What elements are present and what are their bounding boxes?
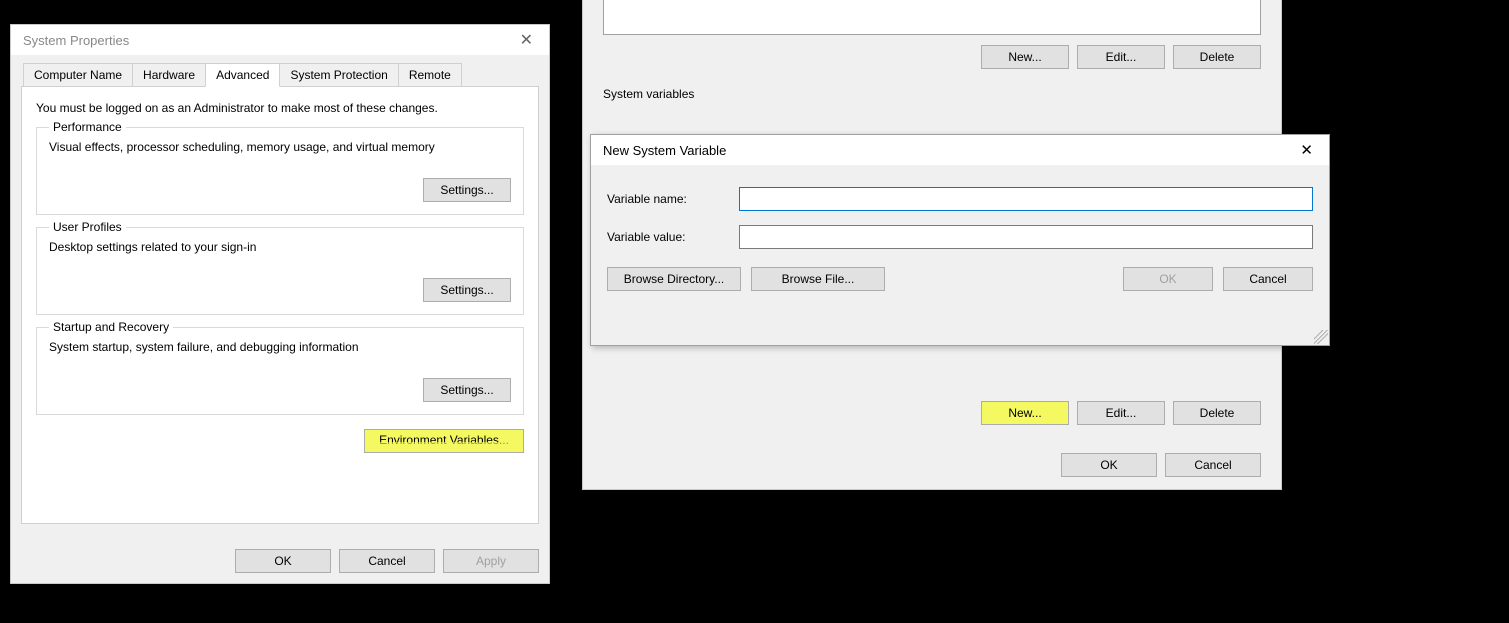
user-delete-button[interactable]: Delete bbox=[1173, 45, 1261, 69]
environment-variables-button[interactable]: Environment Variables... bbox=[364, 429, 524, 453]
variable-name-label: Variable name: bbox=[607, 192, 739, 206]
browse-directory-button[interactable]: Browse Directory... bbox=[607, 267, 741, 291]
tab-system-protection[interactable]: System Protection bbox=[279, 63, 398, 87]
system-new-button[interactable]: New... bbox=[981, 401, 1069, 425]
system-edit-button[interactable]: Edit... bbox=[1077, 401, 1165, 425]
new-system-variable-titlebar: New System Variable ✕ bbox=[591, 135, 1329, 165]
new-system-variable-dialog: New System Variable ✕ Variable name: Var… bbox=[590, 134, 1330, 346]
variable-value-label: Variable value: bbox=[607, 230, 739, 244]
new-variable-ok-button[interactable]: OK bbox=[1123, 267, 1213, 291]
group-user-profiles-desc: Desktop settings related to your sign-in bbox=[49, 240, 511, 254]
ok-button[interactable]: OK bbox=[235, 549, 331, 573]
new-system-variable-title: New System Variable bbox=[603, 143, 726, 158]
close-icon[interactable]: ✕ bbox=[512, 28, 541, 52]
startup-settings-button[interactable]: Settings... bbox=[423, 378, 511, 402]
tab-advanced[interactable]: Advanced bbox=[205, 63, 280, 87]
user-variables-listbox[interactable] bbox=[603, 0, 1261, 35]
system-properties-footer: OK Cancel Apply bbox=[235, 549, 539, 573]
tab-remote[interactable]: Remote bbox=[398, 63, 462, 87]
system-variables-buttons: New... Edit... Delete bbox=[597, 401, 1267, 425]
system-properties-titlebar: System Properties ✕ bbox=[11, 25, 549, 55]
variable-value-input[interactable] bbox=[739, 225, 1313, 249]
group-startup-legend: Startup and Recovery bbox=[49, 320, 173, 334]
user-edit-button[interactable]: Edit... bbox=[1077, 45, 1165, 69]
group-performance: Performance Visual effects, processor sc… bbox=[36, 127, 524, 215]
new-variable-cancel-button[interactable]: Cancel bbox=[1223, 267, 1313, 291]
performance-settings-button[interactable]: Settings... bbox=[423, 178, 511, 202]
system-properties-window: System Properties ✕ Computer Name Hardwa… bbox=[10, 24, 550, 584]
system-variables-label: System variables bbox=[603, 87, 1267, 101]
close-icon[interactable]: ✕ bbox=[1292, 139, 1321, 161]
group-performance-desc: Visual effects, processor scheduling, me… bbox=[49, 140, 511, 154]
tab-strip: Computer Name Hardware Advanced System P… bbox=[21, 63, 539, 87]
user-profiles-settings-button[interactable]: Settings... bbox=[423, 278, 511, 302]
system-properties-title: System Properties bbox=[23, 33, 129, 48]
tab-content-advanced: You must be logged on as an Administrato… bbox=[21, 86, 539, 524]
group-user-profiles: User Profiles Desktop settings related t… bbox=[36, 227, 524, 315]
group-performance-legend: Performance bbox=[49, 120, 126, 134]
user-new-button[interactable]: New... bbox=[981, 45, 1069, 69]
tab-computer-name[interactable]: Computer Name bbox=[23, 63, 133, 87]
group-startup-recovery: Startup and Recovery System startup, sys… bbox=[36, 327, 524, 415]
cancel-button[interactable]: Cancel bbox=[339, 549, 435, 573]
system-properties-body: Computer Name Hardware Advanced System P… bbox=[11, 55, 549, 583]
environment-variables-footer: OK Cancel bbox=[1061, 453, 1261, 477]
user-variables-buttons: New... Edit... Delete bbox=[597, 45, 1267, 69]
system-delete-button[interactable]: Delete bbox=[1173, 401, 1261, 425]
browse-file-button[interactable]: Browse File... bbox=[751, 267, 885, 291]
group-user-profiles-legend: User Profiles bbox=[49, 220, 126, 234]
group-startup-desc: System startup, system failure, and debu… bbox=[49, 340, 511, 354]
apply-button[interactable]: Apply bbox=[443, 549, 539, 573]
admin-notice: You must be logged on as an Administrato… bbox=[36, 101, 524, 115]
variable-name-input[interactable] bbox=[739, 187, 1313, 211]
env-cancel-button[interactable]: Cancel bbox=[1165, 453, 1261, 477]
env-ok-button[interactable]: OK bbox=[1061, 453, 1157, 477]
resize-grip-icon[interactable] bbox=[1314, 330, 1328, 344]
tab-hardware[interactable]: Hardware bbox=[132, 63, 206, 87]
